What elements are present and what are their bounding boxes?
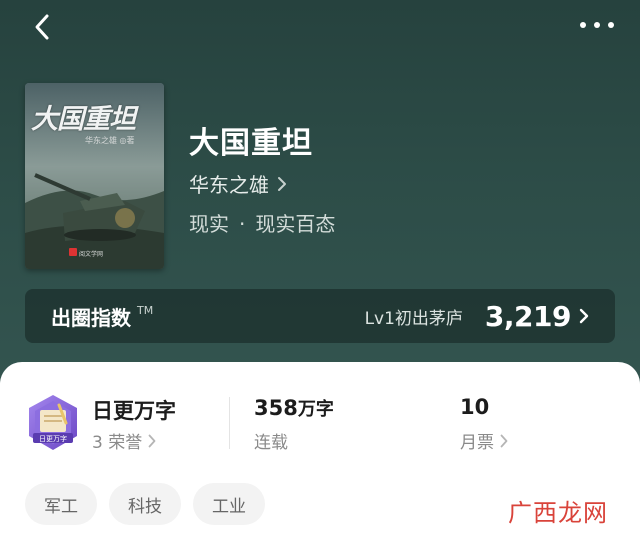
monthly-ticket-label: 月票: [460, 433, 494, 453]
stats-divider: [229, 397, 230, 449]
honor-title: 日更万字: [92, 399, 176, 423]
chevron-right-icon: [278, 176, 286, 191]
genre-row: 现实 · 现实百态: [189, 208, 335, 237]
chevron-right-icon: [500, 434, 508, 447]
cover-title: 大国重坦: [31, 104, 136, 135]
publisher-logo-icon: [69, 248, 77, 256]
honor-badge-icon[interactable]: 日更万字: [26, 393, 80, 453]
chevron-right-icon: [148, 434, 156, 447]
serial-status: 连载: [254, 428, 288, 453]
back-button[interactable]: [28, 12, 58, 42]
genre-sub[interactable]: 现实百态: [255, 212, 335, 236]
back-arrow-icon: [35, 14, 49, 40]
svg-text:日更万字: 日更万字: [39, 434, 67, 443]
popularity-index-bar[interactable]: 出圈指数 TM Lv1初出茅庐 3,219: [25, 289, 615, 343]
tag-industry[interactable]: 工业: [193, 483, 265, 525]
index-level: Lv1初出茅庐: [364, 308, 463, 329]
watermark: 广西龙网: [508, 499, 608, 527]
genre-separator: ·: [239, 212, 246, 236]
index-score: 3,219: [484, 299, 572, 333]
word-count-unit: 万字: [297, 399, 334, 420]
index-label: 出圈指数: [51, 305, 131, 330]
more-menu-button[interactable]: [580, 14, 614, 36]
book-stats-panel: 日更万字 日更万字 3 荣誉 358万字 连载 10 月票 军工 科技 工业 广…: [0, 362, 640, 538]
monthly-ticket-count: 10: [460, 395, 490, 419]
book-cover[interactable]: 大国重坦 华东之雄 ◎著 阅文学网: [25, 83, 164, 269]
serial-status-label: 连载: [254, 433, 288, 453]
author-name: 华东之雄: [189, 173, 269, 197]
honor-link[interactable]: 3 荣誉: [92, 428, 156, 453]
book-title: 大国重坦: [189, 126, 313, 161]
tag-military[interactable]: 军工: [25, 483, 97, 525]
author-link[interactable]: 华东之雄: [189, 169, 287, 198]
monthly-ticket-link[interactable]: 月票: [460, 428, 508, 453]
index-trademark: TM: [137, 303, 154, 317]
cover-publisher: 阅文学网: [79, 251, 104, 258]
genre-main[interactable]: 现实: [189, 212, 229, 236]
word-count-value: 358: [254, 396, 298, 420]
tag-list: 军工 科技 工业: [25, 483, 265, 525]
cover-subtitle: 华东之雄 ◎著: [85, 136, 135, 145]
word-count: 358万字: [254, 395, 334, 421]
chevron-right-icon: [579, 308, 589, 324]
tag-technology[interactable]: 科技: [109, 483, 181, 525]
more-dots-icon: [580, 22, 586, 28]
honor-count: 3 荣誉: [92, 433, 143, 453]
